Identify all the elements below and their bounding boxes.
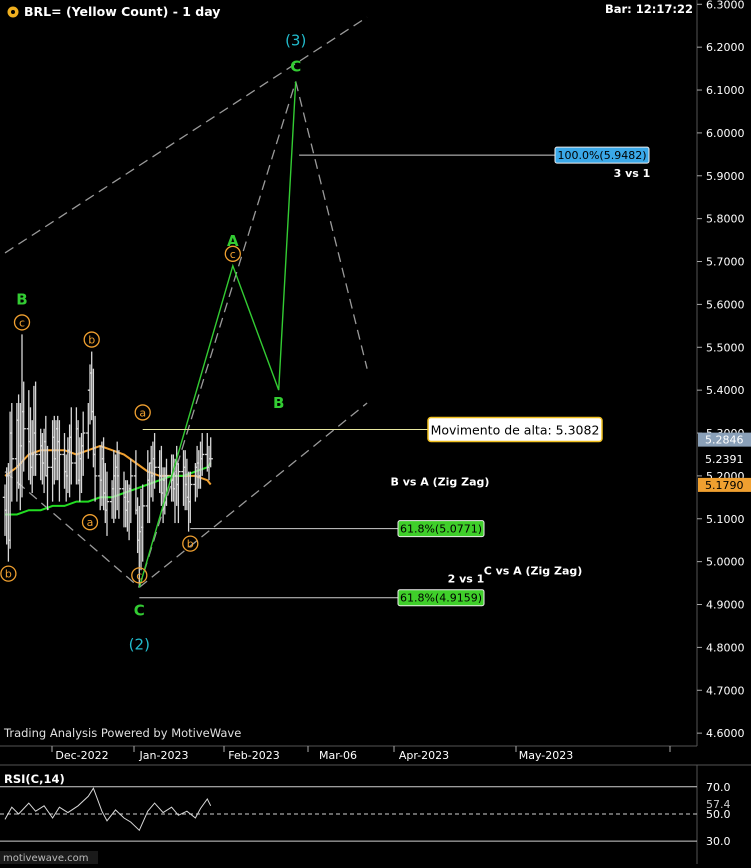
time-tick-label: Jan-2023: [139, 749, 189, 762]
wave-label-text: a: [139, 406, 146, 419]
time-tick-label: Mar-06: [319, 749, 357, 762]
fib-label-low-text: 61.8%(4.9159): [400, 592, 482, 605]
price-tick-label: 5.9000: [706, 170, 745, 183]
wave-label-primary: B: [273, 394, 284, 412]
price-tag-high: 5.2846: [698, 432, 751, 447]
time-tick-label: Apr-2023: [399, 749, 449, 762]
price-tick-label: 4.7000: [706, 684, 745, 697]
wave-label-primary: C: [134, 601, 145, 619]
chart-panel[interactable]: B C A B Cb c b a c a b c (2) (3) Movimento de alta: 5…: [0, 0, 751, 864]
movement-label[interactable]: Movimento de alta: 5.3082: [427, 416, 603, 443]
fib-tag-mid: B vs A (Zig Zag): [391, 476, 490, 489]
time-tick-label: May-2023: [519, 749, 574, 762]
wave-label-text: b: [5, 568, 12, 581]
rsi-level-label: 70.0: [706, 781, 731, 794]
wave-label-cycle: (3): [285, 31, 306, 49]
time-tick-label: Feb-2023: [228, 749, 279, 762]
wave-label-text: c: [230, 248, 236, 261]
price-tick-label: 5.0000: [706, 556, 745, 569]
wave-label-text: c: [136, 569, 142, 582]
rsi-current-value: 57.4: [706, 798, 731, 811]
price-tick-label: 6.0000: [706, 127, 745, 140]
time-tick-label: Dec-2022: [55, 749, 108, 762]
wave-label-cycle: (2): [129, 635, 150, 653]
brand-watermark: Trading Analysis Powered by MotiveWave: [3, 726, 241, 740]
movement-label-text: Movimento de alta: 5.3082: [431, 423, 600, 438]
wave-label-primary: B: [16, 290, 27, 308]
price-tick-label: 6.2000: [706, 41, 745, 54]
fib-label-mid-text: 61.8%(5.0771): [400, 523, 482, 536]
fib-label-upper-text: 100.0%(5.9482): [557, 149, 646, 162]
price-tag-ema-fast-text: 5.1790: [705, 479, 744, 492]
price-tick-label: 5.6000: [706, 298, 745, 311]
bar-time: Bar: 12:17:22: [605, 2, 693, 16]
wave-label-primary: C: [290, 57, 301, 75]
price-tick-label: 5.7000: [706, 256, 745, 269]
fib-label-low[interactable]: 61.8%(4.9159): [397, 589, 485, 607]
fib-tag-low-2: C vs A (Zig Zag): [484, 565, 583, 578]
price-tick-label: 6.3000: [706, 0, 745, 11]
wave-label-text: a: [87, 516, 94, 529]
wave-label-text: c: [19, 316, 25, 329]
footer-logo[interactable]: motivewave.com: [3, 853, 89, 864]
fib-label-upper[interactable]: 100.0%(5.9482): [554, 146, 650, 164]
wave-label-text: b: [88, 334, 95, 347]
fib-tag-upper: 3 vs 1: [614, 167, 651, 180]
price-tick-label: 5.5000: [706, 341, 745, 354]
price-tick-label: 6.1000: [706, 84, 745, 97]
chart-canvas[interactable]: BCABCbcbacabc(2)(3) Movimento de alta: 5…: [0, 0, 751, 864]
price-tick-label: 4.8000: [706, 641, 745, 654]
price-tick-label: 4.9000: [706, 599, 745, 612]
price-tag-high-text: 5.2846: [705, 434, 744, 447]
price-tag-close: 5.2391: [698, 452, 751, 467]
price-tick-label: 5.4000: [706, 384, 745, 397]
rsi-level-label: 30.0: [706, 835, 731, 848]
chart-title: BRL= (Yellow Count) - 1 day: [24, 4, 220, 19]
price-tick-label: 4.6000: [706, 727, 745, 740]
fib-label-mid[interactable]: 61.8%(5.0771): [397, 520, 485, 538]
settings-icon[interactable]: [7, 6, 19, 18]
rsi-title: RSI(C,14): [4, 772, 65, 786]
price-tag-close-text: 5.2391: [705, 453, 744, 466]
wave-label-text: b: [187, 538, 194, 551]
fib-tag-low: 2 vs 1: [448, 573, 485, 586]
price-tick-label: 5.1000: [706, 513, 745, 526]
price-tag-ema-fast: 5.1790: [698, 477, 751, 492]
price-tick-label: 5.8000: [706, 213, 745, 226]
